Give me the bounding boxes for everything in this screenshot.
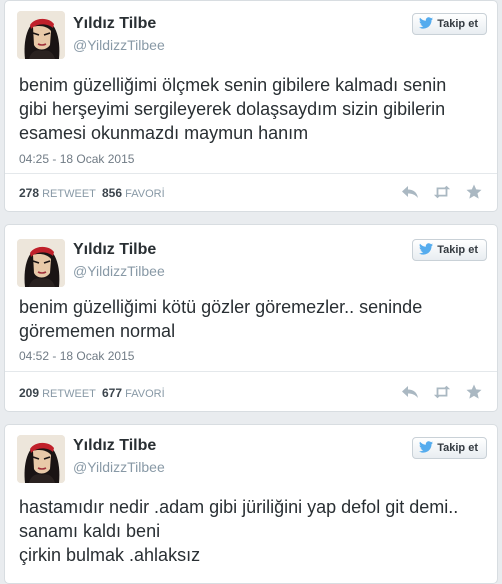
author-handle[interactable]: @YildizzTilbee xyxy=(73,263,165,279)
follow-label: Takip et xyxy=(437,18,478,30)
bird-icon xyxy=(419,16,434,32)
avatar[interactable] xyxy=(17,435,65,483)
tweet-stats: 278 RETWEET 856 FAVORİ xyxy=(19,186,165,200)
reply-icon[interactable] xyxy=(401,384,419,400)
bird-icon xyxy=(419,242,434,258)
retweet-icon[interactable] xyxy=(433,384,451,400)
favorite-label: FAVORİ xyxy=(125,388,165,400)
tweet-text-line: çirkin bulmak .ahlaksız xyxy=(19,545,201,565)
retweet-count[interactable]: 209 xyxy=(19,386,39,400)
tweet-timestamp[interactable]: 04:52 - 18 Ocak 2015 xyxy=(19,349,134,363)
tweet-text-line: esamesi okunmazdı maymun hanım xyxy=(19,123,309,143)
divider xyxy=(5,371,497,372)
follow-label: Takip et xyxy=(437,244,478,256)
tweet-text: hastamıdır nedir .adam gibi jüriliğini y… xyxy=(19,495,483,567)
divider xyxy=(5,173,497,174)
tweet-card: Yıldız Tilbe @YildizzTilbee Takip et ben… xyxy=(4,0,498,212)
tweet-text-line: görememen normal xyxy=(19,321,176,341)
retweet-icon[interactable] xyxy=(433,184,451,200)
avatar[interactable] xyxy=(17,239,65,287)
tweet-text: benim güzelliğimi ölçmek senin gibilere … xyxy=(19,73,483,145)
follow-button[interactable]: Takip et xyxy=(412,239,487,261)
tweet-actions xyxy=(401,184,483,200)
retweet-label: RETWEET xyxy=(42,188,96,200)
favorite-count[interactable]: 677 xyxy=(102,386,122,400)
tweet-card: Yıldız Tilbe @YildizzTilbee Takip et ben… xyxy=(4,224,498,412)
author-handle[interactable]: @YildizzTilbee xyxy=(73,459,165,475)
favorite-star-icon[interactable] xyxy=(465,384,483,400)
retweet-label: RETWEET xyxy=(42,388,96,400)
follow-label: Takip et xyxy=(437,442,478,454)
tweet-text-line: benim güzelliğimi ölçmek senin gibilere … xyxy=(19,75,447,95)
tweet-card: Yıldız Tilbe @YildizzTilbee Takip et has… xyxy=(4,424,498,584)
favorite-count[interactable]: 856 xyxy=(102,186,122,200)
tweet-stats: 209 RETWEET 677 FAVORİ xyxy=(19,386,165,400)
reply-icon[interactable] xyxy=(401,184,419,200)
author-name[interactable]: Yıldız Tilbe xyxy=(73,437,156,455)
tweet-text-line: benim güzelliğimi kötü gözler göremezler… xyxy=(19,297,423,317)
retweet-count[interactable]: 278 xyxy=(19,186,39,200)
tweet-text-line: hastamıdır nedir .adam gibi jüriliğini y… xyxy=(19,497,459,517)
tweet-actions xyxy=(401,384,483,400)
follow-button[interactable]: Takip et xyxy=(412,437,487,459)
follow-button[interactable]: Takip et xyxy=(412,13,487,35)
avatar[interactable] xyxy=(17,11,65,59)
author-name[interactable]: Yıldız Tilbe xyxy=(73,241,156,259)
favorite-label: FAVORİ xyxy=(125,188,165,200)
tweet-text-line: gibi herşeyimi sergileyerek dolaşsaydım … xyxy=(19,99,446,119)
tweet-text: benim güzelliğimi kötü gözler göremezler… xyxy=(19,295,483,343)
tweet-text-line: sanamı kaldı beni xyxy=(19,521,161,541)
author-name[interactable]: Yıldız Tilbe xyxy=(73,15,156,33)
favorite-star-icon[interactable] xyxy=(465,184,483,200)
tweet-timestamp[interactable]: 04:25 - 18 Ocak 2015 xyxy=(19,152,134,166)
bird-icon xyxy=(419,440,434,456)
author-handle[interactable]: @YildizzTilbee xyxy=(73,37,165,53)
